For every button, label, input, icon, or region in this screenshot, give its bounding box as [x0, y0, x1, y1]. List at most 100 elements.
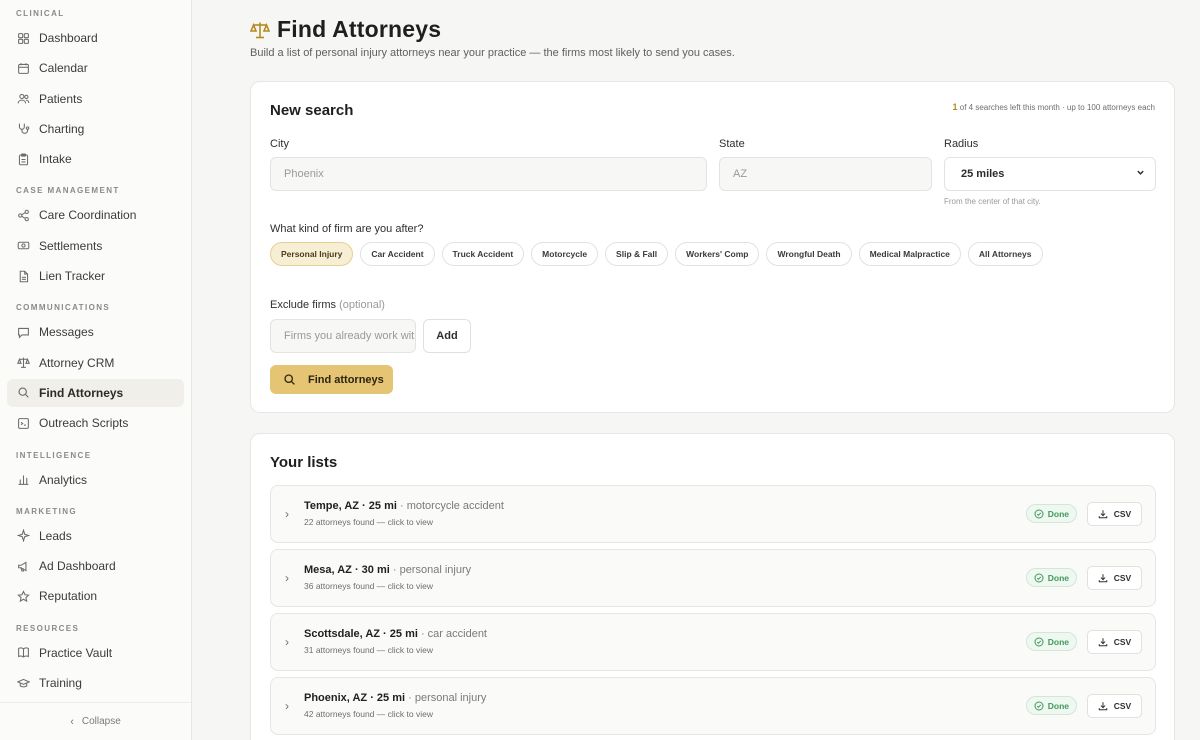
sidebar-nav: CLINICAL Dashboard Calendar Patients Cha…: [0, 0, 191, 697]
chip-medical-malpractice[interactable]: Medical Malpractice: [858, 242, 961, 266]
sidebar-item-analytics[interactable]: Analytics: [7, 466, 184, 494]
state-input[interactable]: AZ: [719, 157, 932, 191]
add-button[interactable]: Add: [423, 319, 471, 353]
csv-download-button[interactable]: CSV: [1087, 630, 1142, 654]
sidebar-item-training[interactable]: Training: [7, 669, 184, 697]
chip-workers-comp[interactable]: Workers' Comp: [675, 242, 760, 266]
list-row-subtitle: 42 attorneys found — click to view: [304, 709, 433, 719]
csv-download-button[interactable]: CSV: [1087, 566, 1142, 590]
sidebar-item-label: Calendar: [39, 61, 88, 76]
your-lists-title: Your lists: [270, 454, 338, 471]
find-attorneys-button[interactable]: Find attorneys: [270, 365, 393, 394]
sidebar-item-ad-dashboard[interactable]: Ad Dashboard: [7, 552, 184, 580]
sidebar-item-label: Attorney CRM: [39, 355, 115, 370]
list-row[interactable]: › Phoenix, AZ · 25 mi · personal injury …: [270, 677, 1156, 735]
bar-chart-icon: [16, 473, 30, 487]
exclude-firms-input[interactable]: Firms you already work with: [270, 319, 416, 353]
status-text: Done: [1047, 508, 1069, 519]
sidebar-item-charting[interactable]: Charting: [7, 115, 184, 143]
list-row[interactable]: › Scottsdale, AZ · 25 mi · car accident …: [270, 613, 1156, 671]
money-icon: [16, 239, 30, 253]
document-icon: [16, 269, 30, 283]
list-row[interactable]: › Mesa, AZ · 30 mi · personal injury 36 …: [270, 549, 1156, 607]
new-search-card: New search 1 of 4 searches left this mon…: [250, 81, 1175, 413]
chevron-right-icon[interactable]: ›: [285, 635, 289, 649]
list-row-subtitle: 36 attorneys found — click to view: [304, 581, 433, 591]
sidebar-item-care-coordination[interactable]: Care Coordination: [7, 201, 184, 229]
sidebar-item-settlements[interactable]: Settlements: [7, 232, 184, 260]
sidebar-item-label: Intake: [39, 152, 72, 167]
status-badge: Done: [1025, 696, 1077, 715]
csv-label: CSV: [1113, 701, 1132, 711]
csv-label: CSV: [1113, 573, 1132, 583]
sidebar-item-messages[interactable]: Messages: [7, 318, 184, 346]
page-subtitle: Build a list of personal injury attorney…: [250, 47, 735, 59]
status-badge: Done: [1025, 632, 1077, 651]
calendar-icon: [16, 61, 30, 75]
list-row-query: · personal injury: [389, 564, 472, 576]
chip-all-attorneys[interactable]: All Attorneys: [967, 242, 1043, 266]
message-icon: [16, 325, 30, 339]
chip-car-accident[interactable]: Car Accident: [360, 242, 435, 266]
collapse-label: Collapse: [81, 716, 121, 727]
megaphone-icon: [16, 559, 30, 573]
sidebar-item-label: Practice Vault: [39, 645, 113, 660]
sidebar-item-outreach-scripts[interactable]: Outreach Scripts: [7, 409, 184, 437]
list-row-location: Tempe, AZ · 25 mi: [304, 500, 397, 512]
sidebar-item-label: Charting: [39, 121, 85, 136]
csv-download-button[interactable]: CSV: [1087, 694, 1142, 718]
city-input[interactable]: Phoenix: [270, 157, 707, 191]
list-row-location: Scottsdale, AZ · 25 mi: [304, 628, 418, 640]
sidebar-section-communications: COMMUNICATIONS: [16, 303, 111, 313]
list-row-location: Mesa, AZ · 30 mi: [304, 564, 390, 576]
list-row[interactable]: › Tempe, AZ · 25 mi · motorcycle acciden…: [270, 485, 1156, 543]
firm-type-chips: Personal Injury Car Accident Truck Accid…: [270, 242, 1050, 266]
chip-motorcycle[interactable]: Motorcycle: [531, 242, 599, 266]
search-quota: 1 of 4 searches left this month · up to …: [953, 102, 1155, 112]
sidebar-item-label: Leads: [39, 528, 72, 543]
sidebar-section-resources: RESOURCES: [16, 623, 80, 633]
list-row-location: Phoenix, AZ · 25 mi: [304, 692, 406, 704]
sidebar-item-practice-vault[interactable]: Practice Vault: [7, 639, 184, 667]
users-icon: [16, 92, 30, 106]
your-lists-card: Your lists › Tempe, AZ · 25 mi · motorcy…: [250, 433, 1175, 740]
collapse-button[interactable]: ‹ Collapse: [0, 702, 191, 740]
sidebar-item-attorney-crm[interactable]: Attorney CRM: [7, 349, 184, 377]
chip-wrongful-death[interactable]: Wrongful Death: [766, 242, 852, 266]
sidebar-item-find-attorneys[interactable]: Find Attorneys: [7, 378, 184, 407]
chip-personal-injury[interactable]: Personal Injury: [270, 242, 354, 266]
scale-icon: [16, 356, 30, 370]
sidebar-item-leads[interactable]: Leads: [7, 522, 184, 550]
sidebar-item-patients[interactable]: Patients: [7, 85, 184, 113]
status-badge: Done: [1025, 504, 1077, 523]
sidebar-item-label: Dashboard: [39, 31, 98, 45]
chip-truck-accident[interactable]: Truck Accident: [441, 242, 525, 266]
chip-slip-fall[interactable]: Slip & Fall: [605, 242, 669, 266]
sidebar-item-dashboard[interactable]: Dashboard: [7, 24, 184, 52]
sparkle-icon: [16, 529, 30, 543]
sidebar-item-label: Care Coordination: [39, 208, 137, 223]
radius-select[interactable]: 25 miles: [944, 157, 1156, 191]
csv-label: CSV: [1113, 509, 1132, 519]
sidebar-item-reputation[interactable]: Reputation: [7, 582, 184, 610]
star-icon: [16, 589, 30, 603]
exclude-label-text: Exclude firms: [270, 299, 337, 311]
csv-label: CSV: [1113, 637, 1132, 647]
sidebar-item-intake[interactable]: Intake: [7, 145, 184, 173]
chevron-right-icon[interactable]: ›: [285, 699, 289, 713]
sidebar-item-label: Training: [39, 676, 82, 691]
exclude-optional: (optional): [339, 299, 385, 311]
sidebar-item-calendar[interactable]: Calendar: [7, 54, 184, 82]
chevron-right-icon[interactable]: ›: [285, 571, 289, 585]
check-circle-icon: [1034, 700, 1044, 711]
chevron-right-icon[interactable]: ›: [285, 507, 289, 521]
sidebar-item-lien-tracker[interactable]: Lien Tracker: [7, 262, 184, 290]
csv-download-button[interactable]: CSV: [1087, 502, 1142, 526]
sidebar-item-label: Ad Dashboard: [39, 559, 116, 574]
sidebar: CLINICAL Dashboard Calendar Patients Cha…: [0, 0, 192, 740]
exclude-label: Exclude firms (optional): [270, 299, 385, 311]
sidebar-item-label: Settlements: [39, 238, 103, 253]
download-icon: [1098, 574, 1107, 583]
list-row-subtitle: 22 attorneys found — click to view: [304, 517, 433, 527]
clipboard-icon: [16, 152, 30, 166]
